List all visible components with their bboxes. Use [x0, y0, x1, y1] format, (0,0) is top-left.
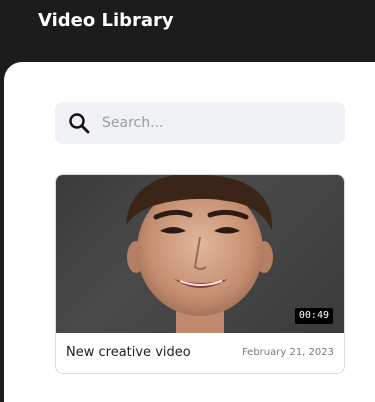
video-card[interactable]: 00:49 New creative video February 21, 20… [55, 174, 345, 374]
video-duration: 00:49 [294, 308, 333, 324]
search-icon [67, 111, 91, 135]
app-header: Video Library [0, 0, 375, 62]
video-date: February 21, 2023 [241, 347, 334, 358]
main-panel: 00:49 New creative video February 21, 20… [4, 62, 375, 402]
search-bar[interactable] [55, 102, 345, 144]
page-title: Video Library [38, 10, 174, 31]
video-title[interactable]: New creative video [66, 345, 191, 360]
video-thumbnail[interactable]: 00:49 [56, 175, 344, 333]
search-input[interactable] [102, 102, 332, 144]
